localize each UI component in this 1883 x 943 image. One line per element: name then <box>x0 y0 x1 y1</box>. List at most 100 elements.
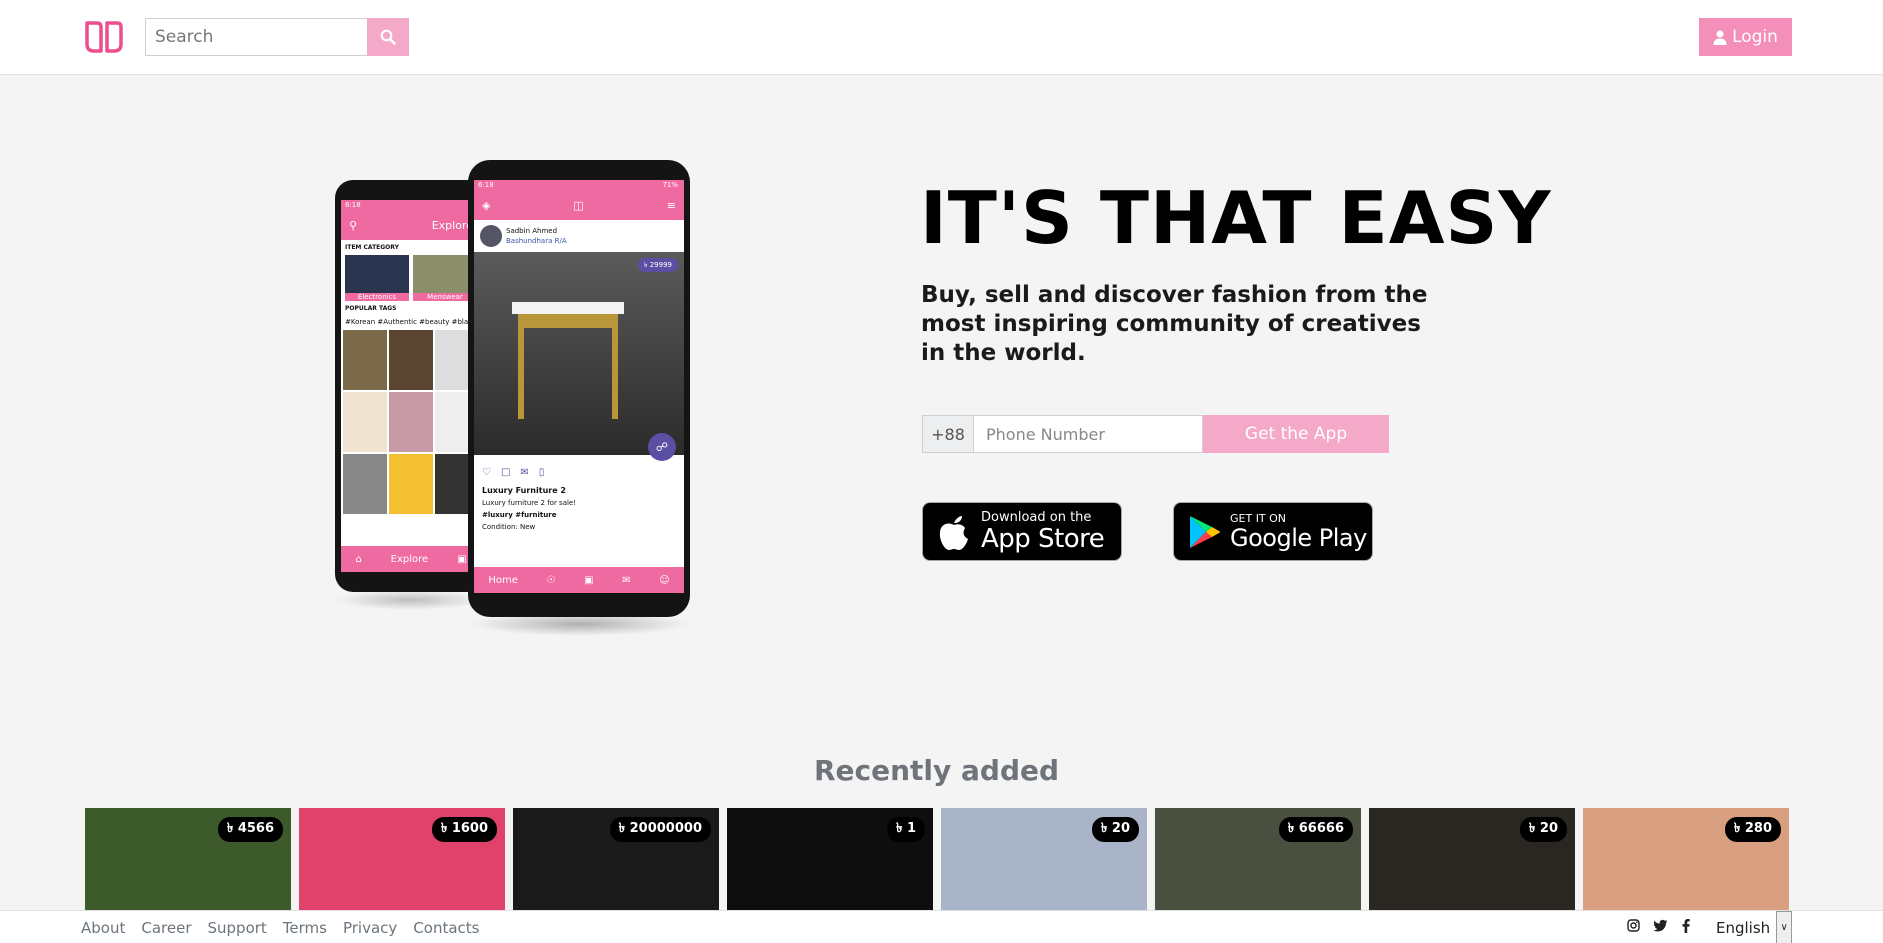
price-badge: ৳ 29999 <box>638 258 678 272</box>
bookmark-icon: ▯ <box>538 467 545 478</box>
recently-added-heading: Recently added <box>813 754 1060 787</box>
hero-subtitle: Buy, sell and discover fashion from the … <box>921 282 1428 366</box>
badge-text: GET IT ON Google Play <box>1230 513 1367 550</box>
badge-small-text: Download on the <box>981 510 1092 525</box>
price-badge: ৳ 20 <box>1091 817 1139 842</box>
instagram-icon[interactable] <box>1627 919 1640 932</box>
phone-mockup-post: 6:18 71% ◈ ◫ ≡ Sadbin Ahmed Bashundhara … <box>468 160 690 617</box>
footer: About Career Support Terms Privacy Conta… <box>0 910 1883 943</box>
app-logo-icon: ◫ <box>573 198 584 212</box>
product-strip: ৳ 4566 ৳ 1600 ৳ 20000000 ৳ 1 ৳ 20 ৳ 6666… <box>85 808 1789 910</box>
price-badge: ৳ 280 <box>1724 817 1781 842</box>
price-badge: ৳ 1 <box>886 817 925 842</box>
badge-small-text: GET IT ON <box>1230 512 1287 525</box>
product-card[interactable]: ৳ 20 <box>1369 808 1575 910</box>
table-gold-legs <box>518 314 618 419</box>
grid-image <box>389 330 433 390</box>
google-play-icon <box>1190 515 1220 548</box>
phone-mockup-explore: 6:18 ⚲ Explore ITEM CATEGORY Electronics… <box>335 180 485 592</box>
login-button[interactable]: Login <box>1699 18 1792 56</box>
badge-big-text: Google Play <box>1230 524 1367 552</box>
screen-title: Explore <box>431 218 473 232</box>
footer-link-support[interactable]: Support <box>208 919 267 937</box>
post-author: Sadbin Ahmed Bashundhara R/A <box>506 226 567 246</box>
search-button[interactable] <box>367 18 409 56</box>
status-bar: 6:18 <box>341 200 481 210</box>
footer-links: About Career Support Terms Privacy Conta… <box>81 919 479 937</box>
grid-image <box>343 454 387 514</box>
footer-link-about[interactable]: About <box>81 919 125 937</box>
footer-link-contacts[interactable]: Contacts <box>413 919 479 937</box>
language-select[interactable]: English ∨ <box>1716 911 1793 943</box>
phone-screen: 6:18 71% ◈ ◫ ≡ Sadbin Ahmed Bashundhara … <box>474 180 684 593</box>
mail-icon: ✉ <box>520 467 529 478</box>
user-icon <box>1713 29 1727 45</box>
home-icon: ⌂ <box>355 553 362 565</box>
footer-link-terms[interactable]: Terms <box>283 919 327 937</box>
item-title: Luxury Furniture 2 <box>482 486 566 495</box>
price-badge: ৳ 20000000 <box>609 817 711 842</box>
badge-text: Download on the App Store <box>981 510 1105 554</box>
price-badge: ৳ 66666 <box>1278 817 1353 842</box>
product-card[interactable]: ৳ 4566 <box>85 808 291 910</box>
badge-big-text: App Store <box>981 524 1105 554</box>
grid-image <box>389 454 433 514</box>
cart-icon: ≡ <box>666 198 676 212</box>
phone-shadow <box>335 590 485 610</box>
get-the-app-button[interactable]: Get the App <box>1203 415 1389 453</box>
twitter-icon[interactable] <box>1654 919 1668 932</box>
social-links <box>1627 919 1690 933</box>
price-badge: ৳ 4566 <box>217 817 283 842</box>
add-to-cart-icon: ☍ <box>648 433 676 461</box>
category-tile: Electronics <box>345 255 409 301</box>
search-input[interactable] <box>145 18 367 56</box>
mail-icon: ✉ <box>622 574 631 586</box>
google-play-badge[interactable]: GET IT ON Google Play <box>1173 502 1373 561</box>
bag-icon: ◈ <box>482 198 491 212</box>
search-icon <box>380 29 396 45</box>
top-navbar: Login <box>0 0 1883 75</box>
product-card[interactable]: ৳ 20000000 <box>513 808 719 910</box>
item-tags: #luxury #furniture <box>482 511 557 519</box>
product-card[interactable]: ৳ 66666 <box>1155 808 1361 910</box>
post-header: Sadbin Ahmed Bashundhara R/A <box>474 220 684 252</box>
nav-label: Explore <box>390 553 429 565</box>
grid-image <box>389 392 433 452</box>
tag-list: #Korean #Authentic #beauty #bla <box>345 318 469 326</box>
explore-grid <box>341 328 481 516</box>
item-description: Luxury furniture 2 for sale! <box>482 499 577 507</box>
camera-icon: ▣ <box>457 553 467 565</box>
section-heading: POPULAR TAGS <box>345 305 397 312</box>
language-label: English <box>1716 918 1771 937</box>
profile-icon: ☺ <box>659 574 670 586</box>
category-label: Electronics <box>345 293 409 301</box>
hero-title: IT'S THAT EASY <box>920 176 1552 260</box>
app-bottom-nav: Home ☉ ▣ ✉ ☺ <box>474 567 684 593</box>
brand-logo[interactable] <box>84 20 124 54</box>
product-card[interactable]: ৳ 1600 <box>299 808 505 910</box>
post-actions: ♡ □ ✉ ▯ <box>474 455 684 484</box>
comment-icon: □ <box>500 467 511 478</box>
price-badge: ৳ 1600 <box>431 817 497 842</box>
nav-label: Home <box>488 574 518 586</box>
product-card[interactable]: ৳ 1 <box>727 808 933 910</box>
product-card[interactable]: ৳ 20 <box>941 808 1147 910</box>
phone-number-input[interactable] <box>974 415 1203 453</box>
camera-icon: ▣ <box>584 574 594 586</box>
facebook-icon[interactable] <box>1682 919 1690 933</box>
app-topbar: ◈ ◫ ≡ <box>474 190 684 220</box>
table-marble-top <box>512 302 624 314</box>
footer-link-privacy[interactable]: Privacy <box>343 919 397 937</box>
app-store-badge[interactable]: Download on the App Store <box>922 502 1122 561</box>
explore-icon: ☉ <box>546 574 556 586</box>
app-bottom-nav: ⌂ Explore ▣ <box>341 546 481 572</box>
phone-screen: 6:18 ⚲ Explore ITEM CATEGORY Electronics… <box>341 200 481 572</box>
search-bar <box>145 18 409 56</box>
country-code: +88 <box>922 415 974 453</box>
chevron-down-icon: ∨ <box>1776 911 1793 943</box>
footer-link-career[interactable]: Career <box>141 919 191 937</box>
battery-level: 71% <box>662 181 678 189</box>
post-image: ৳ 29999 ☍ <box>474 252 684 461</box>
product-card[interactable]: ৳ 280 <box>1583 808 1789 910</box>
app-topbar: ⚲ Explore <box>341 210 481 240</box>
